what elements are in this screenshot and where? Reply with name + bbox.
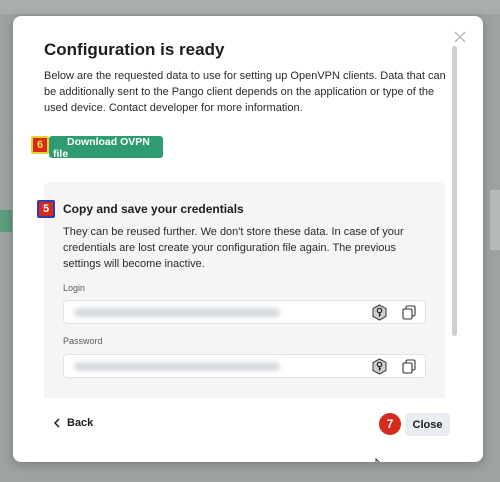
back-button[interactable]: Back — [53, 417, 93, 429]
password-value: 9d2c7a4f1e8b3c6d5a0f2e9b7c4d1a8e — [74, 362, 280, 371]
background-element — [0, 210, 12, 232]
login-value: 7f3a9e2b5c1d84f0a6e2c7b9d1f4e8a3 — [74, 308, 280, 317]
key-icon[interactable] — [371, 304, 388, 321]
copy-icon[interactable] — [402, 359, 416, 374]
dialog-intro-text: Below are the requested data to use for … — [44, 70, 446, 114]
password-label: Password — [63, 336, 103, 346]
step-badge-download: 6 — [31, 136, 49, 154]
dialog-title: Configuration is ready — [44, 40, 225, 59]
background-header — [0, 0, 500, 14]
key-icon[interactable] — [371, 358, 388, 375]
mouse-cursor-icon — [375, 458, 380, 462]
password-field[interactable]: 9d2c7a4f1e8b3c6d5a0f2e9b7c4d1a8e — [63, 354, 426, 378]
close-label: Close — [412, 418, 443, 431]
dialog-scrollbar[interactable] — [452, 46, 457, 336]
login-field[interactable]: 7f3a9e2b5c1d84f0a6e2c7b9d1f4e8a3 — [63, 300, 426, 324]
background-element — [490, 190, 500, 250]
close-icon[interactable] — [453, 30, 467, 44]
close-button[interactable]: Close — [405, 413, 450, 436]
copy-icon[interactable] — [402, 305, 416, 320]
configuration-dialog: Configuration is ready Below are the req… — [13, 16, 483, 462]
credentials-title: Copy and save your credentials — [63, 202, 244, 216]
credentials-description: They can be reused further. We don't sto… — [63, 226, 404, 270]
login-label: Login — [63, 283, 86, 293]
chevron-left-icon — [53, 418, 60, 428]
step-badge-credentials: 5 — [37, 200, 55, 218]
step-badge-close: 7 — [379, 413, 401, 435]
back-label: Back — [67, 417, 94, 429]
download-ovpn-button[interactable]: Download OVPN file — [49, 136, 163, 160]
download-ovpn-label: Download OVPN file — [53, 136, 150, 160]
